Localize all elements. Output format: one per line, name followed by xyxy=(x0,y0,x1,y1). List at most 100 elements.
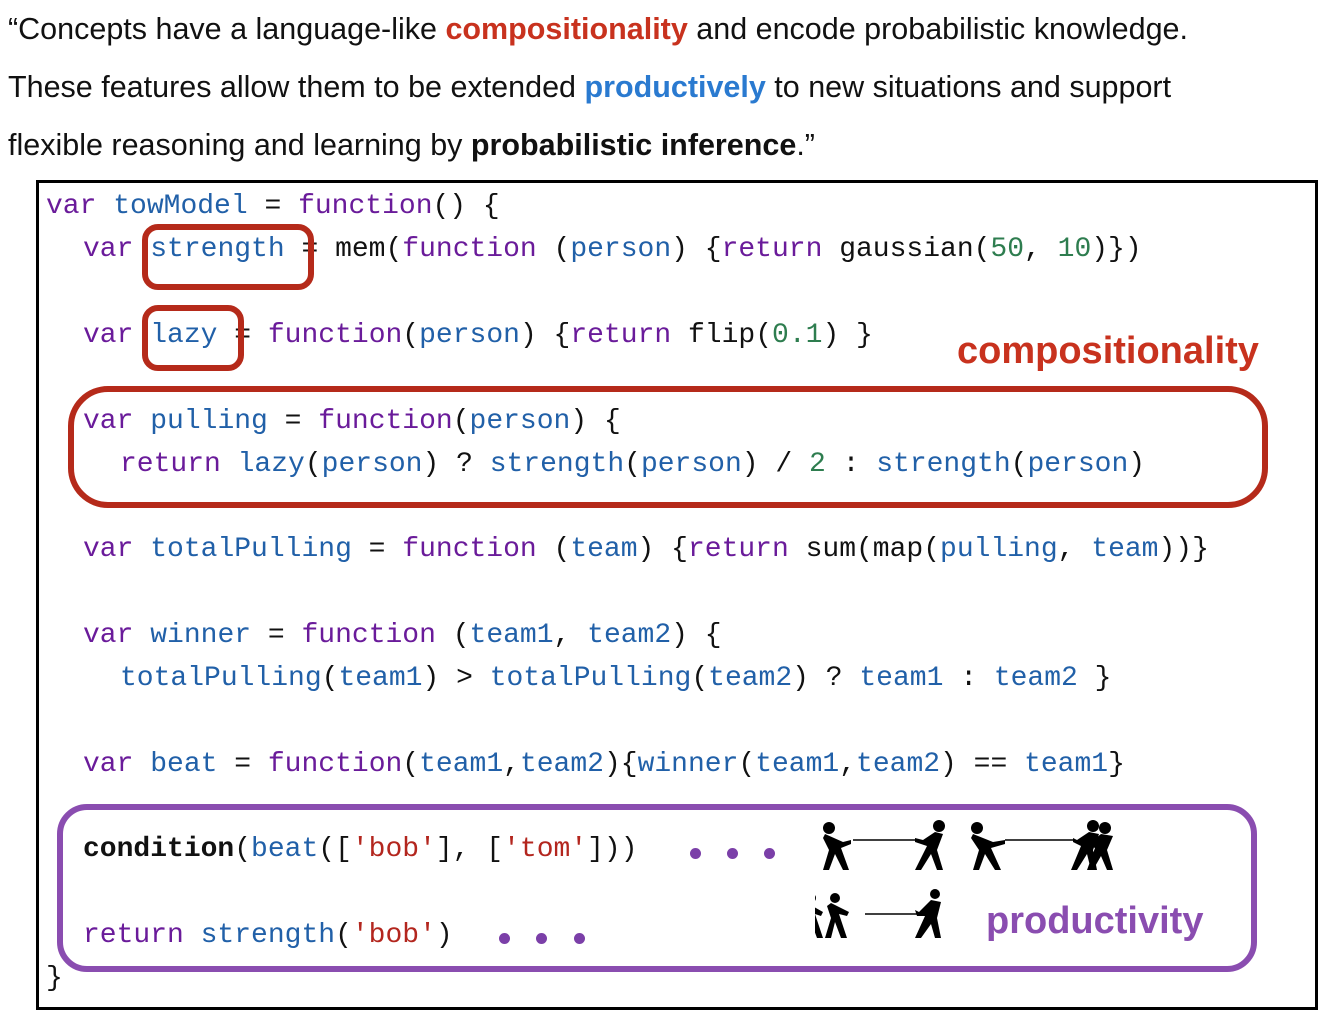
argument: team1 xyxy=(419,749,504,780)
argument: team1 xyxy=(469,620,554,651)
quote-line-3-post: .” xyxy=(796,128,815,162)
quote-line-3-pre: flexible reasoning and learning by xyxy=(8,128,471,162)
quote-line-1-post: and encode probabilistic knowledge. xyxy=(687,12,1188,46)
argument: team2 xyxy=(587,620,672,651)
punctuation: , xyxy=(553,620,588,651)
punctuation: ( xyxy=(402,749,420,780)
dot xyxy=(727,848,738,859)
identifier: totalPulling xyxy=(120,663,322,694)
highlight-probabilistic-inference: probabilistic inference xyxy=(470,128,797,162)
punctuation: ))} xyxy=(1158,534,1209,565)
operator: = xyxy=(217,749,268,780)
identifier: beat xyxy=(150,749,218,780)
argument: team2 xyxy=(519,749,604,780)
keyword: var xyxy=(83,749,134,780)
keyword: var xyxy=(46,191,97,222)
punctuation: ( xyxy=(435,620,470,651)
identifier: winner xyxy=(637,749,739,780)
highlight-compositionality: compositionality xyxy=(445,12,688,46)
code-line-beat: var beat = function(team1,team2){winner(… xyxy=(83,747,1125,783)
code-line-totalpulling: var totalPulling = function ( team ) {retu… xyxy=(83,532,1209,568)
punctuation: ) } xyxy=(822,320,873,351)
punctuation: , xyxy=(1057,534,1092,565)
keyword: function xyxy=(301,620,436,651)
punctuation: ( xyxy=(536,534,571,565)
punctuation: ( xyxy=(321,663,339,694)
punctuation: } xyxy=(1077,663,1112,694)
dot xyxy=(764,848,775,859)
dot xyxy=(690,848,701,859)
call: gaussian( xyxy=(822,234,991,265)
argument: team1 xyxy=(338,663,423,694)
strength-highlight-box xyxy=(142,224,314,290)
argument: team2 xyxy=(856,749,941,780)
call: flip( xyxy=(671,320,773,351)
punctuation: ){ xyxy=(603,749,638,780)
punctuation: ) { xyxy=(637,534,688,565)
number: 0.1 xyxy=(772,320,823,351)
quote-text: “Concepts have a language-like compositi… xyxy=(8,0,1188,174)
punctuation: ) { xyxy=(519,320,571,351)
keyword: return xyxy=(721,234,823,265)
quote-line-2: These features allow them to be extended… xyxy=(8,58,1188,116)
identifier: towModel xyxy=(113,191,248,222)
dot xyxy=(499,933,510,944)
argument: person xyxy=(570,234,672,265)
keyword: var xyxy=(83,620,134,651)
lazy-highlight-box xyxy=(142,305,244,371)
argument: team1 xyxy=(755,749,840,780)
punctuation: , xyxy=(1024,234,1058,265)
keyword: var xyxy=(83,534,134,565)
pulling-highlight-box xyxy=(68,386,1268,508)
quote-line-1-pre: “Concepts have a language-like xyxy=(8,12,446,46)
punctuation: , xyxy=(503,749,520,780)
operator: : xyxy=(943,663,994,694)
punctuation: } xyxy=(1108,749,1125,780)
operator: = xyxy=(251,620,302,651)
punctuation: )}) xyxy=(1091,234,1142,265)
identifier: pulling xyxy=(940,534,1058,565)
compositionality-label: compositionality xyxy=(957,330,1259,372)
operator: ) > xyxy=(422,663,490,694)
quote-line-3: flexible reasoning and learning by proba… xyxy=(8,116,1188,174)
keyword: var xyxy=(83,234,134,265)
punctuation: , xyxy=(839,749,857,780)
keyword: var xyxy=(83,320,134,351)
identifier: winner xyxy=(150,620,252,651)
code-closing-brace: } xyxy=(46,961,63,997)
code-line-towmodel: var towModel = function() { xyxy=(46,189,500,225)
punctuation: ) { xyxy=(671,234,722,265)
operator: = xyxy=(351,534,403,565)
argument: person xyxy=(419,320,520,351)
quote-line-1: “Concepts have a language-like compositi… xyxy=(8,0,1188,58)
keyword: function xyxy=(298,191,433,222)
keyword: function xyxy=(267,749,403,780)
keyword: return xyxy=(687,534,789,565)
punctuation: } xyxy=(46,963,63,994)
code-line-winner: var winner = function (team1, team2) { xyxy=(83,618,722,654)
code-line-winner-body: totalPulling(team1) > totalPulling(team2… xyxy=(120,661,1111,697)
operator: ) == xyxy=(940,749,1025,780)
call: sum(map( xyxy=(788,534,941,565)
argument: team1 xyxy=(859,663,944,694)
argument: team2 xyxy=(708,663,793,694)
identifier: totalPulling xyxy=(150,534,352,565)
argument: team2 xyxy=(993,663,1078,694)
keyword: function xyxy=(402,534,537,565)
punctuation: ( xyxy=(536,234,571,265)
punctuation: ) { xyxy=(671,620,722,651)
keyword: function xyxy=(267,320,403,351)
operator: ) ? xyxy=(792,663,860,694)
keyword: return xyxy=(570,320,672,351)
punctuation: () { xyxy=(432,191,500,222)
argument: team xyxy=(1091,534,1159,565)
operator: = xyxy=(247,191,299,222)
punctuation: ( xyxy=(402,320,420,351)
dot xyxy=(536,933,547,944)
keyword: function xyxy=(402,234,537,265)
quote-line-2-pre: These features allow them to be extended xyxy=(8,70,585,104)
identifier: totalPulling xyxy=(489,663,692,694)
number: 50 xyxy=(990,234,1025,265)
tug-of-war-silhouette-icon xyxy=(815,820,1113,938)
quote-line-2-post: to new situations and support xyxy=(765,70,1172,104)
